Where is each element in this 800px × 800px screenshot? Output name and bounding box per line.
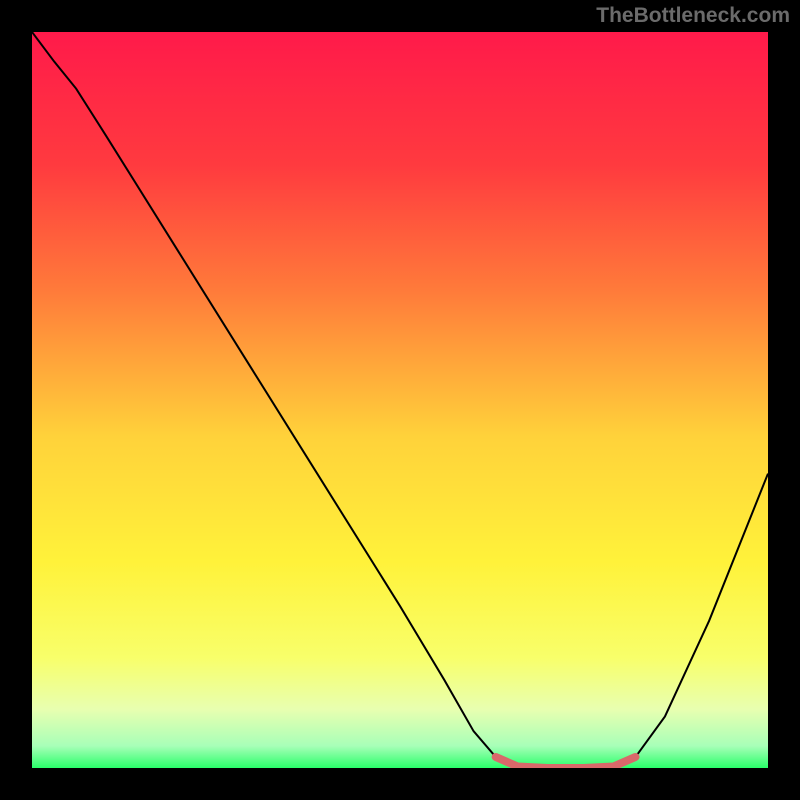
optimal-zone-marker (32, 32, 768, 768)
chart-area (32, 32, 768, 768)
watermark-text: TheBottleneck.com (596, 4, 790, 28)
